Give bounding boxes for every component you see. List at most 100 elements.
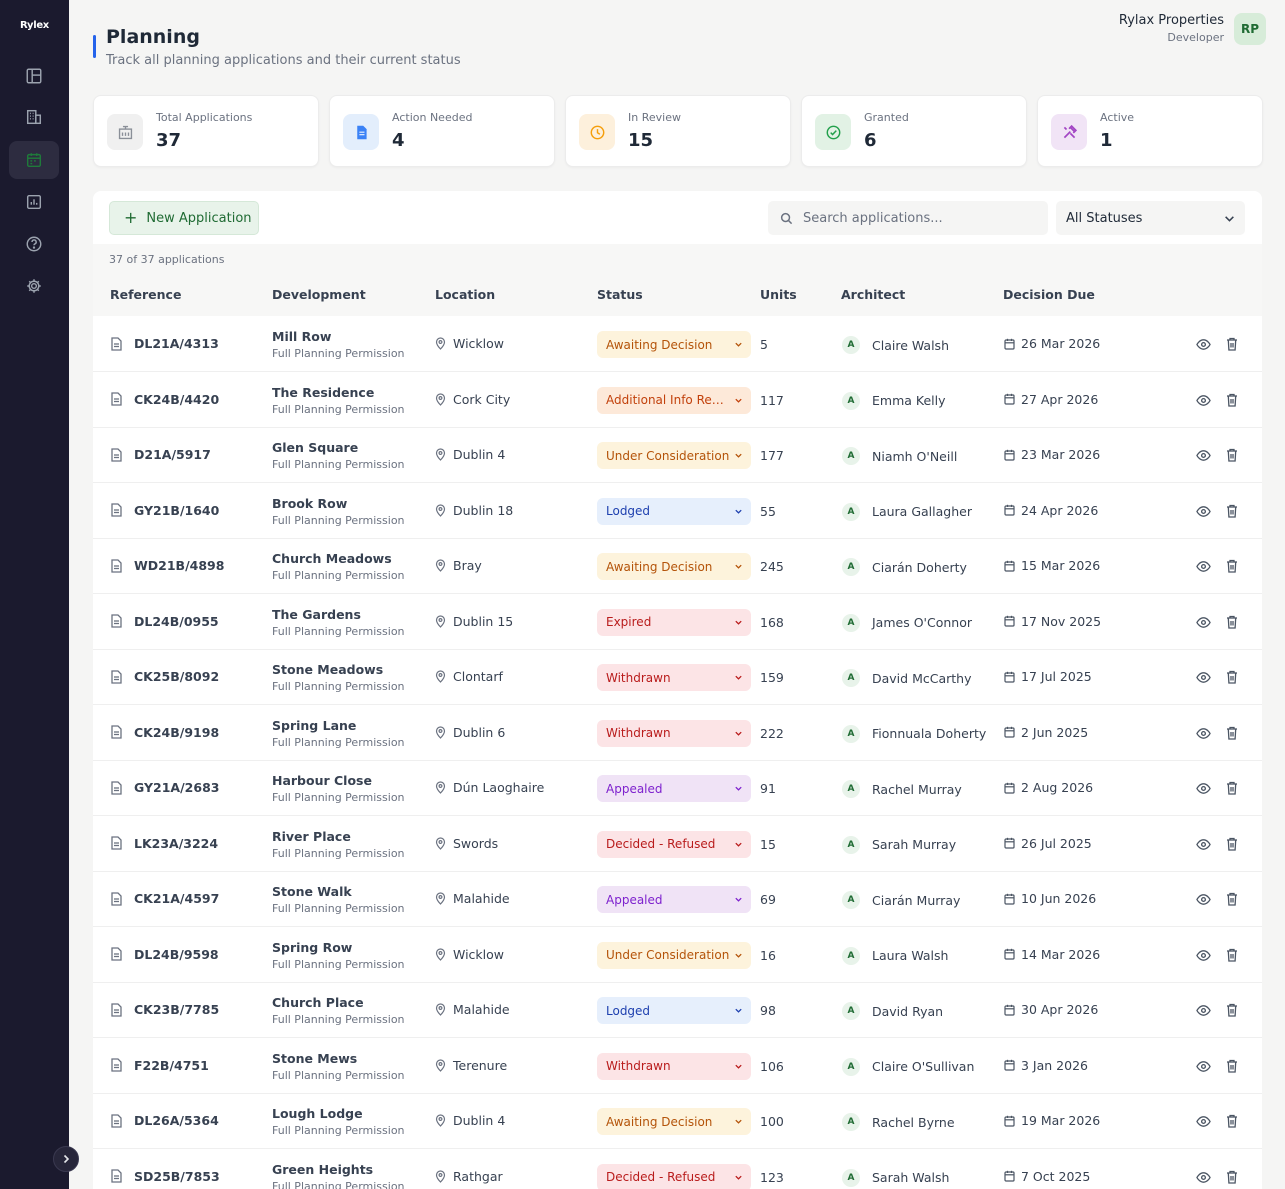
reference-text: LK23A/3224 [134,835,219,851]
eye-icon[interactable] [1196,1170,1211,1185]
col-development[interactable]: Development [272,287,366,302]
col-reference[interactable]: Reference [110,287,181,302]
eye-icon[interactable] [1196,337,1211,352]
eye-icon[interactable] [1196,837,1211,852]
col-architect[interactable]: Architect [841,287,905,302]
location-text: Wicklow [453,946,505,962]
eye-icon[interactable] [1196,615,1211,630]
sidebar-collapse-button[interactable] [53,1146,79,1172]
trash-icon[interactable] [1226,948,1238,962]
table-row[interactable]: CK25B/8092 Stone Meadows Full Planning P… [93,650,1262,705]
search-input[interactable] [803,210,1033,226]
status-dropdown[interactable]: Under Consideration [597,941,751,969]
col-units[interactable]: Units [760,287,797,302]
eye-icon[interactable] [1196,726,1211,741]
eye-icon[interactable] [1196,1114,1211,1129]
reference-cell: DL24B/0955 [110,614,219,629]
table-row[interactable]: WD21B/4898 Church Meadows Full Planning … [93,539,1262,594]
location-cell: Terenure [435,1058,507,1073]
search-box[interactable] [768,201,1048,235]
trash-icon[interactable] [1226,1003,1238,1017]
table-row[interactable]: CK23B/7785 Church Place Full Planning Pe… [93,983,1262,1038]
trash-icon[interactable] [1226,504,1238,518]
table-row[interactable]: DL26A/5364 Lough Lodge Full Planning Per… [93,1094,1262,1149]
status-dropdown[interactable]: Decided - Refused [597,830,751,858]
status-dropdown[interactable]: Awaiting Decision [597,553,751,580]
eye-icon[interactable] [1196,559,1211,574]
status-dropdown[interactable]: Awaiting Decision [597,331,751,358]
trash-icon[interactable] [1226,781,1238,795]
architect-name: Laura Gallagher [872,504,972,519]
table-row[interactable]: CK21A/4597 Stone Walk Full Planning Perm… [93,872,1262,927]
location-text: Malahide [453,891,510,906]
location-text: Wicklow [453,336,505,351]
status-dropdown[interactable]: Under Consideration [597,442,751,469]
eye-icon[interactable] [1196,781,1211,796]
table-row[interactable]: DL24B/9598 Spring Row Full Planning Perm… [93,927,1262,983]
status-dropdown[interactable]: Lodged [597,997,751,1024]
map-pin-icon [435,836,446,850]
trash-icon[interactable] [1226,393,1238,407]
table-row[interactable]: DL24B/0955 The Gardens Full Planning Per… [93,594,1262,650]
status-dropdown[interactable]: Decided - Refused [597,1163,751,1189]
status-dropdown[interactable]: Withdrawn [597,719,751,747]
status-filter-select[interactable]: All Statuses [1056,201,1245,235]
table-row[interactable]: DL21A/4313 Mill Row Full Planning Permis… [93,317,1262,372]
col-decision-due[interactable]: Decision Due [1003,287,1095,302]
eye-icon[interactable] [1196,1003,1211,1018]
nav-dashboard[interactable] [9,57,59,95]
trash-icon[interactable] [1226,1170,1238,1184]
trash-icon[interactable] [1226,337,1238,351]
nav-reports[interactable] [9,183,59,221]
status-dropdown[interactable]: Appealed [597,886,751,913]
table-row[interactable]: SD25B/7853 Green Heights Full Planning P… [93,1149,1262,1189]
avatar[interactable]: RP [1234,13,1266,45]
trash-icon[interactable] [1226,892,1238,906]
eye-icon[interactable] [1196,448,1211,463]
eye-icon[interactable] [1196,948,1211,963]
table-row[interactable]: CK24B/4420 The Residence Full Planning P… [93,372,1262,428]
table-row[interactable]: GY21A/2683 Harbour Close Full Planning P… [93,761,1262,816]
eye-icon[interactable] [1196,1059,1211,1074]
col-location[interactable]: Location [435,287,495,302]
decision-due-cell: 14 Mar 2026 [1004,947,1100,962]
trash-icon[interactable] [1226,1114,1238,1128]
trash-icon[interactable] [1226,837,1238,851]
table-row[interactable]: CK24B/9198 Spring Lane Full Planning Per… [93,705,1262,761]
new-application-button[interactable]: + New Application [109,201,259,235]
trash-icon[interactable] [1226,559,1238,573]
trash-icon[interactable] [1226,1059,1238,1073]
status-dropdown[interactable]: Additional Info Req... [597,386,751,414]
status-dropdown[interactable]: Withdrawn [597,664,751,691]
trash-icon[interactable] [1226,726,1238,740]
nav-planning[interactable] [9,141,59,179]
table-row[interactable]: F22B/4751 Stone Mews Full Planning Permi… [93,1038,1262,1094]
reference-text: DL24B/0955 [134,613,219,629]
eye-icon[interactable] [1196,670,1211,685]
status-dropdown[interactable]: Awaiting Decision [597,1108,751,1135]
status-dropdown[interactable]: Expired [597,608,751,636]
nav-properties[interactable] [9,98,59,136]
decision-due-cell: 15 Mar 2026 [1004,558,1100,573]
eye-icon[interactable] [1196,393,1211,408]
nav-settings[interactable] [9,267,59,305]
stat-label: Total Applications [156,111,253,124]
plus-icon: + [124,208,138,227]
architect-name: James O'Connor [872,615,972,630]
map-pin-icon [435,392,446,406]
status-text: Additional Info Req... [606,393,730,407]
eye-icon[interactable] [1196,504,1211,519]
nav-help[interactable] [9,225,59,263]
trash-icon[interactable] [1226,448,1238,462]
status-dropdown[interactable]: Lodged [597,497,751,525]
table-row[interactable]: D21A/5917 Glen Square Full Planning Perm… [93,428,1262,483]
table-row[interactable]: LK23A/3224 River Place Full Planning Per… [93,816,1262,872]
table-row[interactable]: GY21B/1640 Brook Row Full Planning Permi… [93,483,1262,539]
col-status[interactable]: Status [597,287,643,302]
eye-icon[interactable] [1196,892,1211,907]
trash-icon[interactable] [1226,670,1238,684]
status-dropdown[interactable]: Appealed [597,775,751,802]
status-dropdown[interactable]: Withdrawn [597,1052,751,1080]
trash-icon[interactable] [1226,615,1238,629]
chevron-down-icon [735,1175,742,1180]
